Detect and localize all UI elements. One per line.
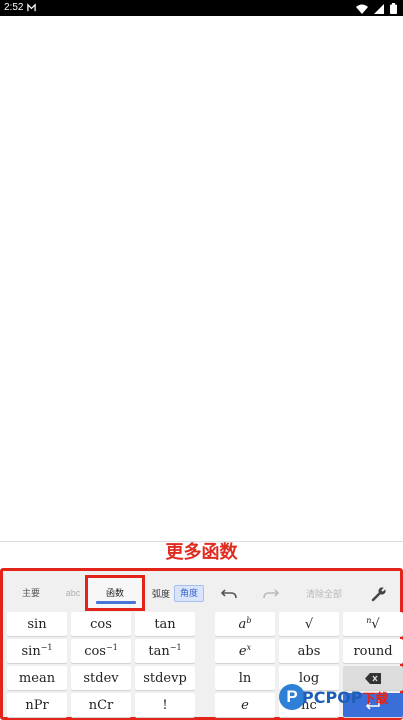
nth-root-symbol: √ [371,616,380,632]
key-ln[interactable]: ln [215,666,275,690]
status-bar: 2:52 [0,0,403,16]
arctan-exponent: −1 [169,642,182,652]
tab-functions[interactable]: 函数 [85,575,145,611]
undo-icon[interactable] [221,587,237,601]
arccos-exponent: −1 [105,642,118,652]
key-stdevp[interactable]: stdevp [135,666,195,690]
clear-all-button[interactable]: 清除全部 [299,586,349,602]
keyboard-toolbar: 主要 abc 函数 弧度 角度 清除全部 [3,575,400,611]
expression-work-area[interactable] [0,16,403,540]
signal-icon [374,3,384,14]
watermark-suffix: 下载 [362,692,389,707]
nth-root-index: n [366,615,372,625]
wrench-icon[interactable] [371,586,387,602]
key-tan[interactable]: tan [135,612,195,636]
key-arcsin[interactable]: sin −1 [7,639,67,663]
exp-exponent: x [246,642,252,652]
key-stdev[interactable]: stdev [71,666,131,690]
wifi-icon [356,4,368,14]
key-e[interactable]: e [215,693,275,717]
tab-functions-label: 函数 [105,588,124,598]
e-constant: e [241,697,249,713]
key-abs[interactable]: abs [279,639,339,663]
tab-main[interactable]: 主要 [11,575,51,611]
power-exponent: b [246,615,252,625]
radian-toggle[interactable]: 弧度 [149,586,173,602]
key-arccos[interactable]: cos −1 [71,639,131,663]
active-tab-indicator [96,601,136,604]
pcpop-watermark: P PCPOP下载 [279,684,403,720]
annotation-caption: 更多函数 [165,542,238,562]
key-mean[interactable]: mean [7,666,67,690]
arctan-base: tan [148,643,170,659]
watermark-text: PCPOP下载 [302,688,389,707]
key-arctan[interactable]: tan −1 [135,639,195,663]
key-npr[interactable]: nPr [7,693,67,717]
arcsin-exponent: −1 [40,642,53,652]
key-sin[interactable]: sin [7,612,67,636]
redo-icon[interactable] [263,587,279,601]
key-round[interactable]: round [343,639,403,663]
key-factorial[interactable]: ! [135,693,195,717]
status-time: 2:52 [4,2,24,13]
arcsin-base: sin [21,643,41,659]
battery-icon [390,3,397,14]
watermark-brand: PCPOP [302,688,363,707]
gmail-icon [27,3,36,12]
backspace-icon [365,672,381,684]
exp-base: e [238,643,247,659]
power-base: a [238,616,247,632]
key-sqrt[interactable]: √ [279,612,339,636]
key-cos[interactable]: cos [71,612,131,636]
key-nth-root[interactable]: n √ [343,612,403,636]
key-exp[interactable]: ex [215,639,275,663]
key-power[interactable]: ab [215,612,275,636]
key-ncr[interactable]: nCr [71,693,131,717]
arccos-base: cos [84,643,106,659]
degree-toggle[interactable]: 角度 [174,585,204,602]
